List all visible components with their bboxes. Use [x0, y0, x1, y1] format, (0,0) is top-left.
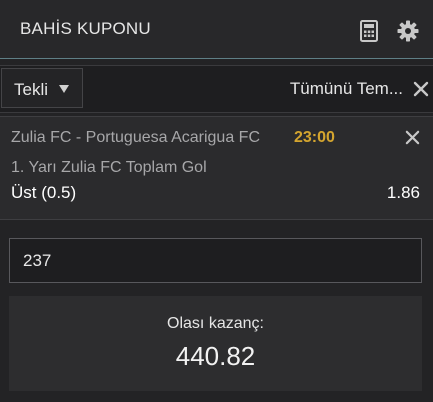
bet-selection: Zulia FC - Portuguesa Acarigua FC 23:00 … — [0, 116, 433, 220]
match-name: Zulia FC - Portuguesa Acarigua FC — [11, 129, 260, 146]
clear-all-link[interactable]: Tümünü Tem... — [290, 79, 403, 99]
potential-winnings-box: Olası kazanç: 440.82 — [9, 296, 422, 391]
calculator-icon[interactable] — [358, 20, 380, 42]
betslip-header: BAHİS KUPONU — [0, 0, 433, 59]
betslip-toolbar: Tekli Tümünü Tem... — [0, 65, 433, 113]
caret-down-icon — [59, 85, 69, 93]
market-name: 1. Yarı Zulia FC Toplam Gol — [11, 159, 207, 176]
kickoff-time: 23:00 — [294, 129, 335, 146]
gear-icon[interactable] — [397, 20, 419, 42]
potential-winnings-value: 440.82 — [175, 341, 256, 371]
remove-selection-icon[interactable] — [405, 130, 420, 145]
stake-input[interactable] — [9, 238, 422, 283]
bet-type-dropdown[interactable]: Tekli — [1, 68, 83, 108]
close-icon[interactable] — [413, 81, 429, 97]
potential-winnings-label: Olası kazanç: — [167, 315, 264, 332]
outcome-label: Üst (0.5) — [11, 183, 77, 202]
bet-type-label: Tekli — [14, 80, 49, 99]
betslip-title: BAHİS KUPONU — [20, 19, 151, 38]
odds-value: 1.86 — [386, 183, 420, 202]
